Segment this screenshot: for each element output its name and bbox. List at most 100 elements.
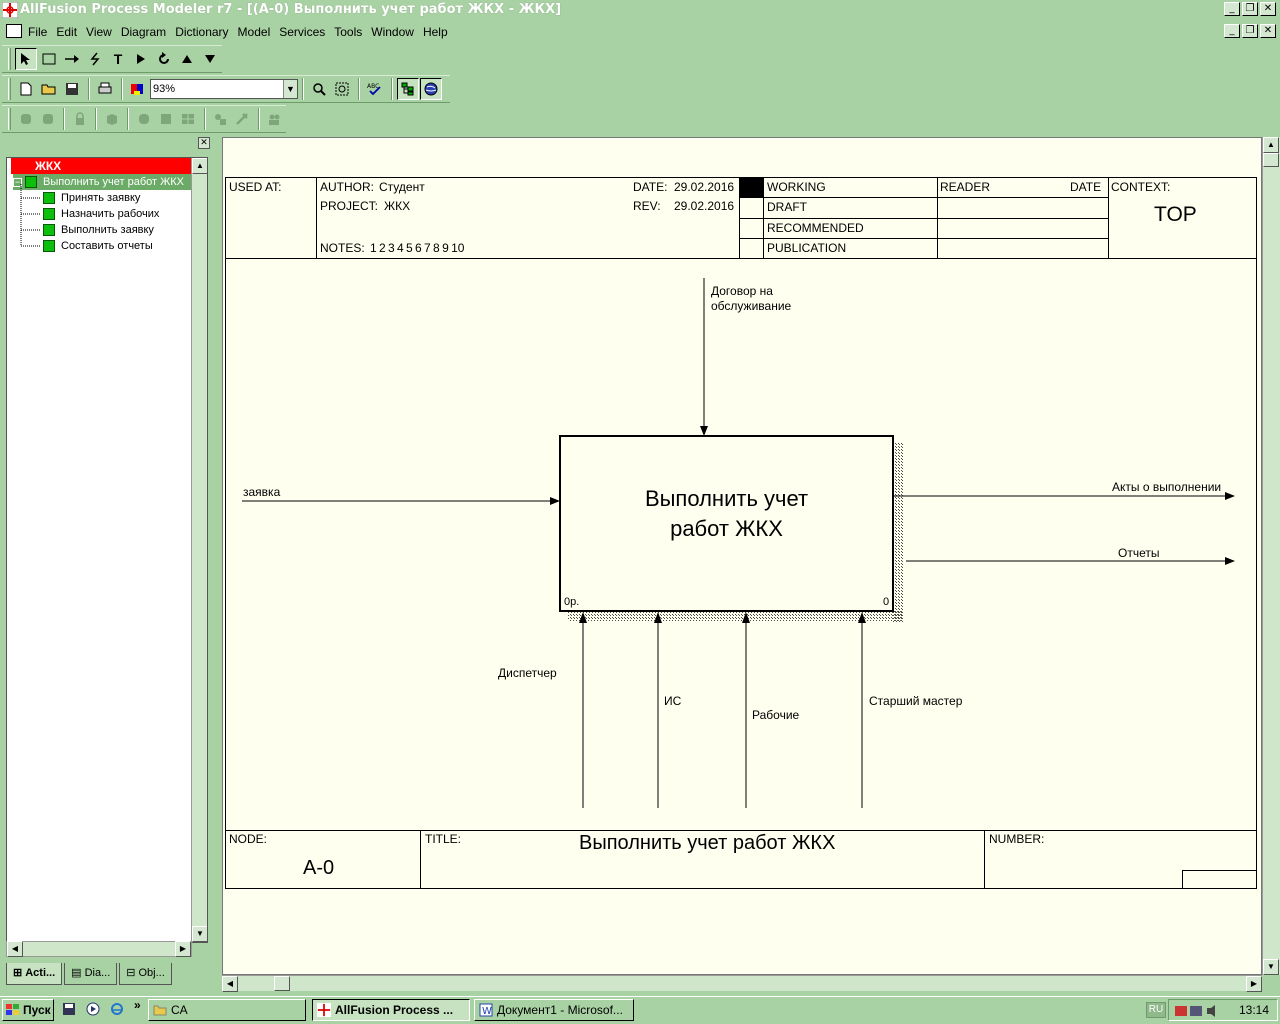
start-button[interactable]: Пуск: [2, 999, 54, 1021]
tab-activities[interactable]: ⊞ Acti...: [6, 963, 63, 985]
close-icon[interactable]: ✕: [198, 137, 210, 149]
menu-dictionary[interactable]: Dictionary: [175, 25, 228, 39]
window-title: AllFusion Process Modeler r7 - [(A-0) Вы…: [20, 2, 562, 17]
mechanism-label-foreman[interactable]: Старший мастер: [869, 694, 962, 708]
mechanism-label-workers[interactable]: Рабочие: [752, 708, 799, 722]
tree-item-child[interactable]: Назначить рабочих: [43, 206, 159, 222]
word-icon: W: [479, 1003, 493, 1017]
mart-disconnect-icon[interactable]: [37, 108, 58, 130]
doc-close-button[interactable]: ✕: [1260, 24, 1276, 38]
go-down-icon[interactable]: [199, 48, 221, 70]
mart-connect-icon[interactable]: [15, 108, 36, 130]
activity-box-tool-icon[interactable]: [38, 48, 60, 70]
zoom-icon[interactable]: [308, 78, 330, 100]
save-icon[interactable]: [62, 1002, 76, 1016]
play-right-icon[interactable]: [130, 48, 152, 70]
mart-edit-icon[interactable]: [156, 108, 177, 130]
output-label-reports[interactable]: Отчеты: [1118, 546, 1159, 560]
mechanism-label-dispatcher[interactable]: Диспетчер: [498, 666, 557, 680]
menu-edit[interactable]: Edit: [56, 25, 77, 39]
svg-text:W: W: [482, 1006, 492, 1017]
color-palette-icon[interactable]: [127, 78, 149, 100]
doc-minimize-button[interactable]: _: [1224, 24, 1240, 38]
text-tool-icon[interactable]: T: [107, 48, 129, 70]
media-player-icon[interactable]: [86, 1002, 100, 1016]
pointer-tool-icon[interactable]: [15, 48, 37, 70]
print-icon[interactable]: [94, 78, 116, 100]
menu-tools[interactable]: Tools: [334, 25, 362, 39]
mart-table-icon[interactable]: [178, 108, 199, 130]
mart-report-icon[interactable]: [133, 108, 154, 130]
taskbar-word[interactable]: W Документ1 - Microsof...: [474, 999, 634, 1021]
drawing-toolbar: T: [2, 45, 222, 73]
mart-tools-icon[interactable]: [232, 108, 253, 130]
taskbar-allfusion[interactable]: AllFusion Process ...: [312, 999, 470, 1021]
globe-icon[interactable]: [420, 78, 442, 100]
open-folder-icon[interactable]: [38, 78, 60, 100]
lock-icon[interactable]: [69, 108, 90, 130]
toolbar-grip[interactable]: [8, 48, 11, 70]
activity-title[interactable]: Выполнить учет работ ЖКХ: [560, 484, 893, 544]
scroll-up-button[interactable]: ▲: [192, 158, 207, 174]
menu-help[interactable]: Help: [423, 25, 448, 39]
input-label[interactable]: заявка: [243, 485, 280, 499]
mechanism-label-is[interactable]: ИС: [664, 694, 681, 708]
diagram-canvas[interactable]: USED AT: AUTHOR: Студент PROJECT: ЖКХ DA…: [222, 137, 1262, 975]
arrow-tool-icon[interactable]: [61, 48, 83, 70]
menu-file[interactable]: File: [28, 25, 47, 39]
menu-window[interactable]: Window: [371, 25, 414, 39]
tree-item-child[interactable]: Выполнить заявку: [43, 222, 154, 238]
scroll-down-button[interactable]: ▼: [192, 926, 207, 942]
save-icon[interactable]: [61, 78, 83, 100]
start-label: Пуск: [23, 1003, 51, 1017]
tree-horizontal-scrollbar[interactable]: ◀ ▶: [6, 941, 192, 957]
quick-launch-more[interactable]: »: [134, 998, 141, 1012]
internet-explorer-icon[interactable]: [110, 1002, 124, 1016]
chevron-down-icon[interactable]: ▼: [283, 80, 297, 98]
zoom-select[interactable]: 93% ▼: [150, 79, 298, 99]
tree-item-child[interactable]: Принять заявку: [43, 190, 140, 206]
spell-check-icon[interactable]: ABC: [364, 78, 386, 100]
scroll-left-button[interactable]: ◀: [7, 941, 23, 957]
tree-item-child[interactable]: Составить отчеты: [43, 238, 153, 254]
toolbar-grip[interactable]: [8, 108, 11, 130]
output-label-acts[interactable]: Акты о выполнении: [1112, 480, 1221, 494]
arrowhead: [550, 497, 560, 505]
toolbar-grip[interactable]: [8, 78, 11, 100]
scroll-right-button[interactable]: ▶: [175, 941, 191, 957]
menu-services[interactable]: Services: [279, 25, 325, 39]
scroll-thumb[interactable]: [274, 976, 290, 991]
scroll-thumb[interactable]: [1263, 153, 1279, 167]
mart-users-icon[interactable]: [210, 108, 231, 130]
language-indicator[interactable]: RU: [1146, 1002, 1166, 1018]
zoom-fit-icon[interactable]: [331, 78, 353, 100]
scroll-down-button[interactable]: ▼: [1263, 959, 1279, 975]
canvas-vertical-scrollbar[interactable]: ▲ ▼: [1262, 137, 1280, 975]
rotate-icon[interactable]: [153, 48, 175, 70]
control-label[interactable]: Договор на обслуживание: [711, 284, 791, 314]
canvas-horizontal-scrollbar[interactable]: ◀ ▶: [222, 975, 1262, 992]
tray-icons[interactable]: [1175, 1003, 1221, 1019]
restore-button[interactable]: ❐: [1242, 2, 1258, 16]
menu-model[interactable]: Model: [238, 25, 271, 39]
scroll-right-button[interactable]: ▶: [1246, 976, 1262, 992]
go-up-icon[interactable]: [176, 48, 198, 70]
menu-view[interactable]: View: [86, 25, 112, 39]
scroll-left-button[interactable]: ◀: [222, 976, 238, 992]
minimize-button[interactable]: _: [1224, 2, 1240, 16]
scroll-up-button[interactable]: ▲: [1263, 137, 1279, 153]
new-file-icon[interactable]: [15, 78, 37, 100]
doc-restore-button[interactable]: ❐: [1242, 24, 1258, 38]
document-icon[interactable]: [6, 24, 22, 38]
tree-scrollbar[interactable]: ▲ ▼: [191, 158, 207, 942]
tab-objects[interactable]: ⊟ Obj...: [119, 963, 172, 985]
menu-diagram[interactable]: Diagram: [121, 25, 166, 39]
tab-diagrams[interactable]: ▤ Dia...: [64, 963, 118, 985]
activity-tree-icon: ⊞: [13, 967, 23, 979]
mart-people-icon[interactable]: [264, 108, 285, 130]
mart-library-icon[interactable]: [101, 108, 122, 130]
close-button[interactable]: ✕: [1260, 2, 1276, 16]
model-explorer-icon[interactable]: [397, 78, 419, 100]
squiggle-tool-icon[interactable]: [84, 48, 106, 70]
taskbar-folder-ca[interactable]: CA: [148, 999, 306, 1021]
